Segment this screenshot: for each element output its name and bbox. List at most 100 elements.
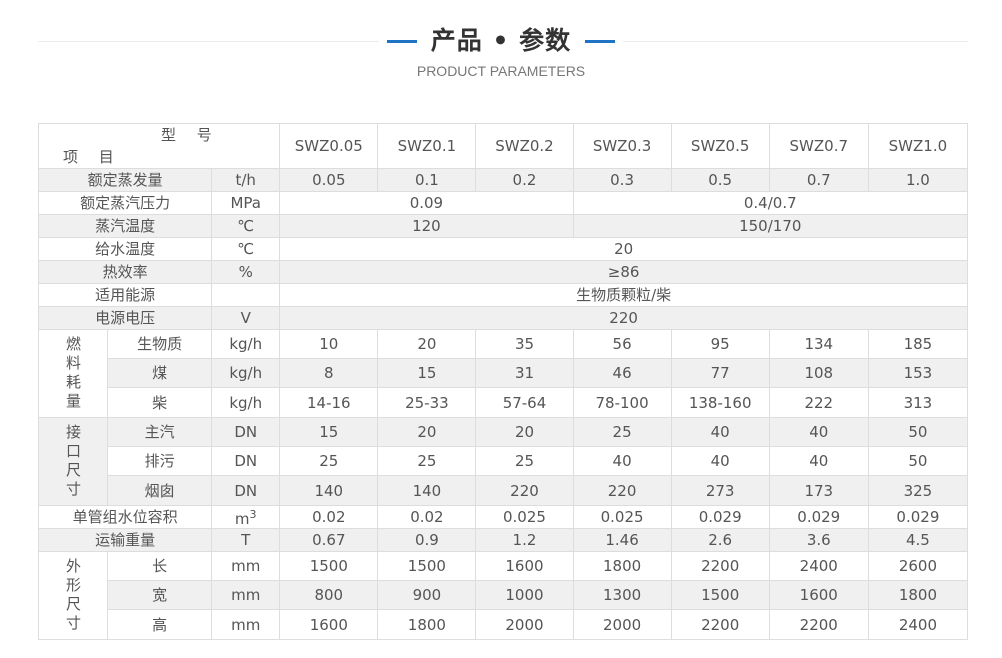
table-cell: 57-64: [475, 387, 574, 418]
table-cell: 0.9: [377, 528, 477, 552]
table-row-energy-source: 适用能源 生物质颗粒/柴: [37, 283, 968, 307]
table-cell: 40: [768, 417, 869, 447]
table-cell: 2600: [867, 551, 969, 581]
model-header: SWZ0.2: [475, 123, 574, 169]
model-header: SWZ1.0: [867, 123, 969, 169]
table-row-rated-evaporation: 额定蒸发量 t/h 0.05 0.1 0.2 0.3 0.5 0.7 1.0: [37, 168, 969, 192]
row-label: 给水温度: [37, 237, 213, 261]
row-label: 单管组水位容积: [37, 505, 213, 529]
table-cell: 77: [670, 358, 770, 388]
row-unit: ℃: [211, 214, 281, 238]
row-unit: %: [211, 260, 281, 284]
row-unit: [211, 283, 281, 307]
table-cell: 1800: [572, 551, 672, 581]
table-cell: 14-16: [279, 387, 379, 418]
table-cell: 10: [279, 329, 379, 359]
table-cell: 0.4/0.7: [572, 191, 969, 215]
table-cell: 220: [572, 475, 672, 506]
row-label: 蒸汽温度: [37, 214, 213, 238]
table-cell: 生物质颗粒/柴: [279, 283, 968, 307]
row-unit: mm: [211, 609, 281, 640]
table-cell: 0.05: [279, 168, 379, 192]
table-cell: 31: [475, 358, 574, 388]
row-unit: ℃: [211, 237, 281, 261]
table-cell: 2000: [572, 609, 672, 640]
row-label: 烟囱: [107, 475, 213, 506]
table-cell: 1500: [279, 551, 379, 581]
table-cell: 2400: [768, 551, 869, 581]
header-model-label: 型 号: [161, 126, 220, 144]
table-cell: 1800: [867, 580, 969, 610]
row-label: 排污: [107, 446, 213, 476]
table-cell: 35: [475, 329, 574, 359]
table-row-dimension-length: 外形尺寸 长 mm 1500 1500 1600 1800 2200 2400 …: [37, 551, 969, 640]
table-cell: 140: [279, 475, 379, 506]
model-header: SWZ0.3: [572, 123, 672, 169]
table-cell: 4.5: [867, 528, 969, 552]
table-cell: 313: [867, 387, 969, 418]
table-cell: 1600: [279, 609, 379, 640]
row-label: 热效率: [37, 260, 213, 284]
table-cell: 1800: [377, 609, 477, 640]
table-cell: ≥86: [279, 260, 968, 284]
table-row-steam-temperature: 蒸汽温度 ℃ 120 150/170: [37, 214, 969, 238]
table-cell: 0.3: [572, 168, 672, 192]
row-label: 主汽: [107, 417, 213, 447]
group-label-fuel-consumption: 燃料耗量: [37, 329, 109, 418]
table-cell: 40: [670, 446, 770, 476]
table-cell: 140: [377, 475, 477, 506]
row-label: 运输重量: [37, 528, 213, 552]
row-unit: DN: [211, 475, 281, 506]
table-cell: 185: [867, 329, 969, 359]
table-cell: 2200: [768, 609, 869, 640]
table-cell: 25: [572, 417, 672, 447]
table-row-fuel-wood: 柴 kg/h 14-16 25-33 57-64 78-100 138-160 …: [39, 387, 969, 418]
table-cell: 1000: [475, 580, 574, 610]
row-label: 电源电压: [37, 306, 213, 330]
table-cell: 2000: [475, 609, 574, 640]
table-cell: 173: [768, 475, 869, 506]
table-row-voltage: 电源电压 V 220: [37, 306, 968, 330]
table-cell: 0.7: [768, 168, 869, 192]
table-cell: 1500: [377, 551, 477, 581]
table-cell: 1300: [572, 580, 672, 610]
table-cell: 220: [279, 306, 968, 330]
row-unit: kg/h: [211, 329, 281, 359]
header-item-label: 项 目: [63, 148, 122, 166]
table-row-interface-main-steam: 接口尺寸 主汽 DN 15 20 20 25 40 40 50: [37, 417, 969, 506]
table-cell: 25: [475, 446, 574, 476]
table-row-feedwater-temperature: 给水温度 ℃ 20: [37, 237, 968, 261]
table-cell: 56: [572, 329, 672, 359]
group-label-dimensions: 外形尺寸: [37, 551, 109, 640]
table-cell: 0.5: [670, 168, 770, 192]
table-cell: 222: [768, 387, 869, 418]
unit-base: m: [234, 510, 250, 528]
title-left-dash: [386, 39, 417, 43]
table-cell: 3.6: [768, 528, 869, 552]
row-label: 高: [107, 609, 213, 640]
table-row-dimension-width: 宽 mm 800 900 1000 1300 1500 1600 1800: [39, 580, 969, 610]
row-unit: t/h: [211, 168, 281, 192]
table-cell: 138-160: [670, 387, 770, 418]
header-corner-cell: 型 号 项 目: [37, 123, 281, 169]
row-label: 额定蒸发量: [37, 168, 213, 192]
table-cell: 20: [377, 417, 477, 447]
table-header-row: 型 号 项 目 SWZ0.05 SWZ0.1 SWZ0.2 SWZ0.3 SWZ…: [37, 123, 969, 169]
row-unit: mm: [211, 580, 281, 610]
table-cell: 220: [475, 475, 574, 506]
table-cell: 1500: [670, 580, 770, 610]
table-cell: 1600: [768, 580, 869, 610]
row-unit: T: [211, 528, 281, 552]
table-cell: 1.0: [867, 168, 969, 192]
model-header: SWZ0.1: [377, 123, 477, 169]
row-unit: mm: [211, 551, 281, 581]
table-cell: 0.029: [670, 505, 770, 529]
table-cell: 15: [279, 417, 379, 447]
table-cell: 273: [670, 475, 770, 506]
model-header: SWZ0.7: [768, 123, 869, 169]
table-cell: 0.2: [475, 168, 574, 192]
table-cell: 0.025: [572, 505, 672, 529]
table-row-transport-weight: 运输重量 T 0.67 0.9 1.2 1.46 2.6 3.6 4.5: [37, 528, 969, 552]
table-cell: 25: [279, 446, 379, 476]
row-unit: MPa: [211, 191, 281, 215]
